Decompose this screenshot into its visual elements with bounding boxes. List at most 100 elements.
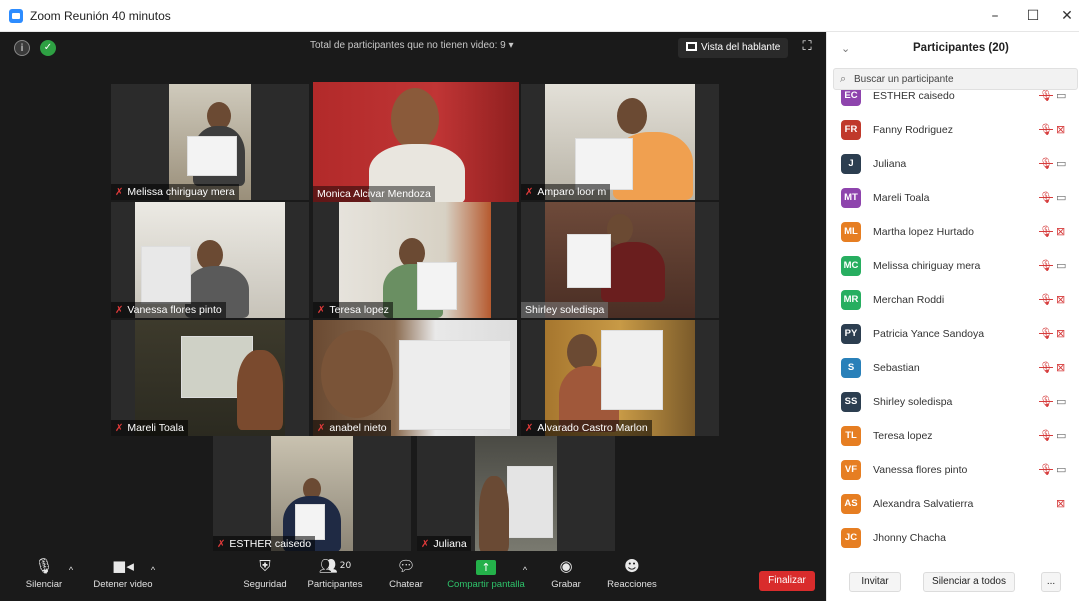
muted-mic-icon: ✗ xyxy=(317,305,326,316)
person-head xyxy=(391,88,439,150)
tile-name-label: ✗ ESTHER caisedo xyxy=(213,536,316,552)
notebook-paper xyxy=(567,234,611,288)
muted-mic-icon: 🎙︎ xyxy=(1039,361,1053,374)
avatar: TL xyxy=(841,426,861,446)
video-tile[interactable]: Shirley soledispa xyxy=(521,202,719,318)
video-tile[interactable]: ✗ ESTHER caisedo xyxy=(213,436,411,552)
video-camera-icon: ▭ xyxy=(1056,429,1067,442)
participant-name: Patricia Yance Sandoya xyxy=(873,328,985,340)
participant-name: Juliana xyxy=(873,158,907,170)
video-tile[interactable]: ✗ Vanessa flores pinto xyxy=(111,202,309,318)
share-screen-button[interactable]: ↑ Compartir pantalla xyxy=(442,557,530,590)
tile-name-label: ✗ Mareli Toala xyxy=(111,420,188,436)
participant-row[interactable]: AS Alexandra Salvatierra ⊠ xyxy=(827,488,1079,522)
meeting-info-icon[interactable]: i xyxy=(14,40,30,56)
panel-footer: Invitar Silenciar a todos ... xyxy=(827,566,1079,598)
notebook-paper xyxy=(507,466,553,538)
notebook-paper xyxy=(399,340,511,430)
avatar: AS xyxy=(841,494,861,514)
participant-row[interactable]: MR Merchan Roddi 🎙︎ ⊠ xyxy=(827,284,1079,318)
participant-row[interactable]: MT Mareli Toala 🎙︎ ▭ xyxy=(827,182,1079,216)
muted-mic-icon: ✗ xyxy=(217,539,226,550)
collapse-chevron-icon[interactable]: ⌄ xyxy=(841,42,850,55)
participant-row[interactable]: VF Vanessa flores pinto 🎙︎ ▭ xyxy=(827,454,1079,488)
audio-options-caret[interactable]: ^ xyxy=(66,565,76,575)
muted-mic-icon: 🎙︎ xyxy=(1039,191,1053,204)
avatar: PY xyxy=(841,324,861,344)
participant-row[interactable]: PY Patricia Yance Sandoya 🎙︎ ⊠ xyxy=(827,318,1079,352)
participant-row[interactable]: S Sebastian 🎙︎ ⊠ xyxy=(827,352,1079,386)
participants-button[interactable]: 👥︎ 20 Participantes xyxy=(304,557,366,590)
avatar: EC xyxy=(841,90,861,106)
search-input[interactable] xyxy=(854,72,1069,87)
muted-mic-icon: ✗ xyxy=(525,187,534,198)
muted-mic-icon: ✗ xyxy=(525,423,534,434)
share-screen-icon: ↑ xyxy=(442,557,530,575)
speaker-view-button[interactable]: Vista del hablante xyxy=(678,38,789,58)
participant-name: Merchan Roddi xyxy=(873,294,945,306)
shield-icon: ⛨ xyxy=(259,557,271,575)
video-off-icon: ⊠ xyxy=(1056,225,1066,238)
video-off-icon: ⊠ xyxy=(1056,497,1066,510)
search-icon: ⌕ xyxy=(840,72,847,85)
tile-name-label: ✗ anabel nieto xyxy=(313,420,391,436)
tile-name-label: Monica Alcivar Mendoza xyxy=(313,186,435,202)
end-meeting-button[interactable]: Finalizar xyxy=(759,571,815,591)
panel-title: Participantes (20) xyxy=(913,42,1009,54)
muted-mic-icon: ✗ xyxy=(115,305,124,316)
video-camera-icon: ▭ xyxy=(1056,157,1067,170)
reactions-button[interactable]: ☻ Reacciones xyxy=(604,557,660,590)
person-head xyxy=(321,330,393,418)
video-camera-icon: ▭ xyxy=(1056,395,1067,408)
security-button[interactable]: ⛨ Seguridad xyxy=(240,557,290,590)
mute-button[interactable]: 🎙︎ Silenciar xyxy=(22,557,66,590)
participant-row[interactable]: FR Fanny Rodriguez 🎙︎ ⊠ xyxy=(827,114,1079,148)
video-tile[interactable]: ✗ Juliana xyxy=(417,436,615,552)
participant-list: EC ESTHER caisedo 🎙︎ ▭ FR Fanny Rodriguez 🎙︎ ⊠ J… xyxy=(827,90,1079,558)
video-tile-active-speaker[interactable]: Monica Alcivar Mendoza xyxy=(313,82,519,202)
record-button[interactable]: ◉ Grabar xyxy=(546,557,586,590)
video-top-bar: i ✓ Total de participantes que no tienen… xyxy=(0,32,826,62)
participants-icon: 👥︎ 20 xyxy=(318,557,352,575)
tile-name-label: Shirley soledispa xyxy=(521,302,609,318)
maximize-button[interactable]: ☐ xyxy=(1018,6,1048,26)
video-tile[interactable]: ✗ Alvarado Castro Marlon xyxy=(521,320,719,436)
fullscreen-icon[interactable]: ⛶ xyxy=(800,40,814,54)
participant-row[interactable]: TL Teresa lopez 🎙︎ ▭ xyxy=(827,420,1079,454)
muted-mic-icon: 🎙︎ xyxy=(1039,157,1053,170)
speaker-view-icon xyxy=(686,42,697,51)
participant-row[interactable]: EC ESTHER caisedo 🎙︎ ▭ xyxy=(827,90,1079,114)
video-tile[interactable]: ✗ Teresa lopez xyxy=(313,202,517,318)
participant-row[interactable]: SS Shirley soledispa 🎙︎ ▭ xyxy=(827,386,1079,420)
participant-row[interactable]: J Juliana 🎙︎ ▭ xyxy=(827,148,1079,182)
video-tile[interactable]: ✗ anabel nieto xyxy=(313,320,517,436)
notebook-paper xyxy=(295,504,325,540)
video-tile[interactable]: ✗ Amparo loor m xyxy=(521,84,719,200)
invite-button[interactable]: Invitar xyxy=(849,572,901,592)
participant-search[interactable]: ⌕ xyxy=(833,68,1078,90)
person-arm xyxy=(237,350,283,430)
participant-name: Sebastian xyxy=(873,362,920,374)
notebook-paper xyxy=(141,246,191,304)
video-camera-icon: ▭ xyxy=(1056,259,1067,272)
video-options-caret[interactable]: ^ xyxy=(148,565,158,575)
participant-row[interactable]: JC Jhonny Chacha xyxy=(827,522,1079,556)
encryption-shield-icon[interactable]: ✓ xyxy=(40,40,56,56)
chat-bubble-icon: 💬︎ xyxy=(396,557,416,575)
chat-button[interactable]: 💬︎ Chatear xyxy=(384,557,428,590)
video-tile[interactable]: ✗ Melissa chiriguay mera xyxy=(111,84,309,200)
more-options-button[interactable]: ... xyxy=(1041,572,1061,592)
participant-name: Melissa chiriguay mera xyxy=(873,260,981,272)
minimize-button[interactable]: – xyxy=(980,6,1010,26)
muted-mic-icon: ✗ xyxy=(421,539,430,550)
notebook-paper xyxy=(575,138,633,190)
share-options-caret[interactable]: ^ xyxy=(520,565,530,575)
participant-row[interactable]: MC Melissa chiriguay mera 🎙︎ ▭ xyxy=(827,250,1079,284)
close-button[interactable]: ✕ xyxy=(1052,6,1079,26)
mute-all-button[interactable]: Silenciar a todos xyxy=(923,572,1015,592)
no-video-count[interactable]: Total de participantes que no tienen vid… xyxy=(310,40,514,51)
video-camera-icon: ▭ xyxy=(1056,463,1067,476)
participant-row[interactable]: ML Martha lopez Hurtado 🎙︎ ⊠ xyxy=(827,216,1079,250)
video-tile[interactable]: ✗ Mareli Toala xyxy=(111,320,309,436)
muted-mic-icon: 🎙︎ xyxy=(1039,395,1053,408)
